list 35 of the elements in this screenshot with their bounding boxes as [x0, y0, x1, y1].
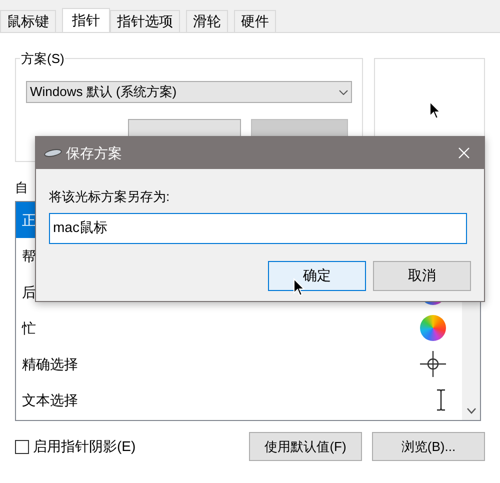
action-button[interactable]: 使用默认值(F) — [249, 432, 362, 461]
checkbox[interactable] — [15, 440, 29, 454]
action-button[interactable]: 浏览(B)... — [372, 432, 485, 461]
checkbox-label: 启用指针阴影(E) — [33, 437, 136, 456]
cursor-role-label: 帮 — [22, 246, 36, 266]
prompt-label: 将该光标方案另存为: — [49, 188, 171, 206]
cursor-list-item[interactable]: 文本选择 — [16, 382, 462, 418]
cursor-role-label: 文本选择 — [22, 390, 78, 410]
tab[interactable]: 指针 — [62, 8, 110, 32]
tab[interactable]: 滑轮 — [186, 10, 228, 32]
mouse-pointer-icon — [293, 278, 305, 297]
mouse-icon — [44, 149, 62, 157]
close-icon[interactable] — [458, 147, 470, 159]
group-legend: 方案(S) — [20, 49, 66, 68]
cursor-role-label: 精确选择 — [22, 354, 78, 374]
cursor-role-label: 后 — [22, 282, 36, 302]
busy-spinner-icon — [420, 315, 446, 341]
cursor-role-label: 正 — [22, 210, 36, 230]
customize-label: 自 — [15, 180, 29, 196]
scroll-down-icon[interactable] — [466, 408, 476, 414]
arrow-cursor-icon — [429, 100, 442, 120]
text-cursor-icon — [436, 389, 446, 411]
cursor-list-item[interactable]: 精确选择 — [16, 346, 462, 382]
chevron-down-icon — [338, 90, 348, 94]
dialog-title: 保存方案 — [66, 144, 122, 162]
dialog-button[interactable]: 取消 — [373, 260, 471, 290]
cursor-list-item[interactable]: 忙 — [16, 310, 462, 346]
crosshair-icon — [420, 351, 446, 377]
cursor-role-label: 忙 — [22, 318, 36, 338]
tab[interactable]: 硬件 — [234, 10, 276, 32]
scheme-dropdown[interactable]: Windows 默认 (系统方案) — [26, 81, 352, 103]
scheme-name-field[interactable]: mac鼠标 — [49, 212, 467, 244]
tab[interactable]: 鼠标键 — [0, 10, 56, 32]
dialog-button[interactable]: 确定 — [268, 260, 366, 290]
tab[interactable]: 指针选项 — [110, 10, 180, 32]
